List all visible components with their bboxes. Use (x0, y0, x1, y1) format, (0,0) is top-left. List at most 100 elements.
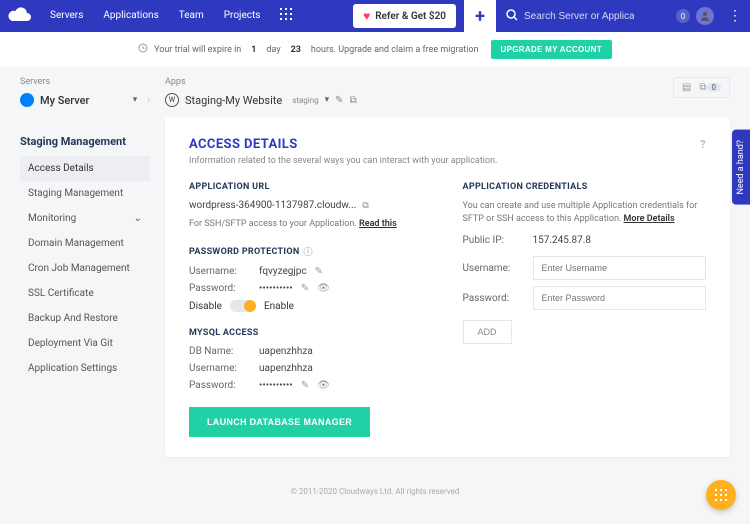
nav-projects[interactable]: Projects (214, 0, 271, 32)
side-cron-job[interactable]: Cron Job Management (20, 256, 150, 281)
right-column: APPLICATION CREDENTIALS You can create a… (463, 182, 707, 437)
more-details-link[interactable]: More Details (624, 214, 675, 224)
sidebar: Servers My Server ▾ › Staging Management… (20, 77, 150, 457)
help-icon[interactable]: ? (700, 138, 706, 151)
pwd-toggle-row: Disable Enable (189, 300, 433, 312)
eye-icon[interactable]: 👁 (317, 283, 330, 294)
chevron-down-icon: ▾ (325, 95, 330, 105)
trial-hours-label: hours. Upgrade and claim a free migratio… (311, 45, 479, 55)
app-status-count: 0 (707, 83, 722, 92)
cred-desc: You can create and use multiple Applicat… (463, 200, 707, 225)
cred-username-input[interactable] (533, 256, 707, 280)
left-column: APPLICATION URL wordpress-364900-1137987… (189, 182, 433, 437)
mysql-user-value: uapenzhhza (259, 363, 313, 374)
logo[interactable] (0, 0, 40, 32)
side-staging-management[interactable]: Staging Management (20, 181, 150, 206)
bc-apps-label: Apps (165, 77, 357, 87)
pwd-protection-head: PASSWORD PROTECTION ⓘ (189, 245, 433, 258)
folder-icon[interactable]: ⧉0 (699, 82, 721, 93)
pwd-toggle[interactable] (230, 300, 256, 312)
edit-icon[interactable]: ✎ (315, 266, 323, 277)
grid-icon (715, 489, 727, 501)
side-deploy-git[interactable]: Deployment Via Git (20, 331, 150, 356)
nav-team[interactable]: Team (169, 0, 214, 32)
notification-badge[interactable]: 0 (676, 9, 690, 23)
username-label: Username: (189, 266, 259, 277)
heart-icon: ♥ (363, 9, 370, 23)
nav-servers[interactable]: Servers (40, 0, 93, 32)
db-name-label: DB Name: (189, 346, 259, 357)
nav-links: Servers Applications Team Projects (40, 0, 270, 32)
card-subtitle: Information related to the several ways … (189, 156, 706, 166)
server-selector[interactable]: My Server ▾ › (20, 93, 150, 107)
info-icon[interactable]: ⓘ (303, 245, 312, 258)
wordpress-icon: W (165, 93, 179, 107)
side-backup[interactable]: Backup And Restore (20, 306, 150, 331)
apps-grid-icon[interactable] (270, 8, 302, 24)
cred-head: APPLICATION CREDENTIALS (463, 182, 707, 192)
app-view-toggle[interactable]: ▤ ⧉0 (673, 77, 730, 98)
trial-days-label: day (266, 45, 280, 55)
cloud-logo-icon (7, 7, 33, 25)
chevron-down-icon: ⌄ (134, 213, 142, 224)
side-app-settings[interactable]: Application Settings (20, 356, 150, 381)
mysql-pass-label: Password: (189, 380, 259, 391)
toggle-knob (244, 300, 256, 312)
mysql-head: MYSQL ACCESS (189, 328, 433, 338)
public-ip-label: Public IP: (463, 235, 533, 246)
chevron-right-icon: › (147, 95, 150, 105)
provider-icon (20, 93, 34, 107)
disable-label: Disable (189, 301, 222, 312)
topbar: Servers Applications Team Projects ♥ Ref… (0, 0, 750, 32)
app-header: Apps W Staging-My Website staging ▾ ✎ ⧉ … (165, 77, 730, 107)
side-access-details[interactable]: Access Details (20, 156, 150, 181)
need-a-hand-tab[interactable]: Need a hand? (732, 130, 750, 205)
search-input[interactable] (524, 11, 634, 22)
external-link-icon[interactable]: ⧉ (362, 201, 368, 211)
add-cred-button[interactable]: ADD (463, 320, 512, 344)
app-url-head: APPLICATION URL (189, 182, 433, 192)
app-selector[interactable]: W Staging-My Website staging ▾ ✎ ⧉ (165, 93, 357, 107)
main-container: Servers My Server ▾ › Staging Management… (5, 67, 745, 467)
avatar[interactable] (696, 7, 714, 25)
enable-label: Enable (264, 301, 294, 312)
refer-label: Refer & Get $20 (375, 11, 446, 22)
bc-servers-label: Servers (20, 77, 150, 87)
nav-applications[interactable]: Applications (93, 0, 168, 32)
add-button[interactable]: + (464, 0, 496, 32)
fab-button[interactable] (706, 480, 736, 510)
side-ssl[interactable]: SSL Certificate (20, 281, 150, 306)
trial-days: 1 (247, 45, 260, 55)
search-icon (506, 9, 518, 24)
launch-db-button[interactable]: LAUNCH DATABASE MANAGER (189, 407, 370, 437)
side-heading: Staging Management (20, 127, 150, 156)
edit-icon[interactable]: ✎ (301, 380, 309, 391)
edit-icon[interactable]: ✎ (301, 283, 309, 294)
eye-icon[interactable]: 👁 (317, 380, 330, 391)
app-name: Staging-My Website (185, 94, 282, 107)
card-title: ACCESS DETAILS ? (189, 137, 706, 152)
side-monitoring[interactable]: Monitoring⌄ (20, 206, 150, 231)
trial-hours: 23 (287, 45, 305, 55)
username-value: fqvyzegjpc (259, 266, 307, 277)
more-menu-icon[interactable]: ⋮ (720, 8, 750, 24)
read-this-link[interactable]: Read this (359, 219, 397, 229)
app-url-value: wordpress-364900-1137987.cloudw... (189, 200, 356, 211)
search-wrap (496, 9, 676, 24)
cred-password-input[interactable] (533, 286, 707, 310)
list-view-icon[interactable]: ▤ (682, 82, 691, 93)
refer-button[interactable]: ♥ Refer & Get $20 (353, 4, 456, 28)
cred-user-label: Username: (463, 263, 533, 274)
topbar-right: ♥ Refer & Get $20 + 0 ⋮ (353, 0, 750, 32)
main: Apps W Staging-My Website staging ▾ ✎ ⧉ … (165, 77, 730, 457)
server-name: My Server (40, 94, 89, 107)
footer: © 2011-2020 Cloudways Ltd. All rights re… (0, 467, 750, 516)
clock-icon (138, 43, 148, 56)
side-domain-management[interactable]: Domain Management (20, 231, 150, 256)
db-name-value: uapenzhhza (259, 346, 313, 357)
upgrade-button[interactable]: UPGRADE MY ACCOUNT (491, 40, 612, 59)
app-tag: staging (292, 96, 318, 105)
mysql-user-label: Username: (189, 363, 259, 374)
external-link-icon[interactable]: ⧉ (350, 95, 357, 106)
edit-icon[interactable]: ✎ (335, 95, 343, 106)
